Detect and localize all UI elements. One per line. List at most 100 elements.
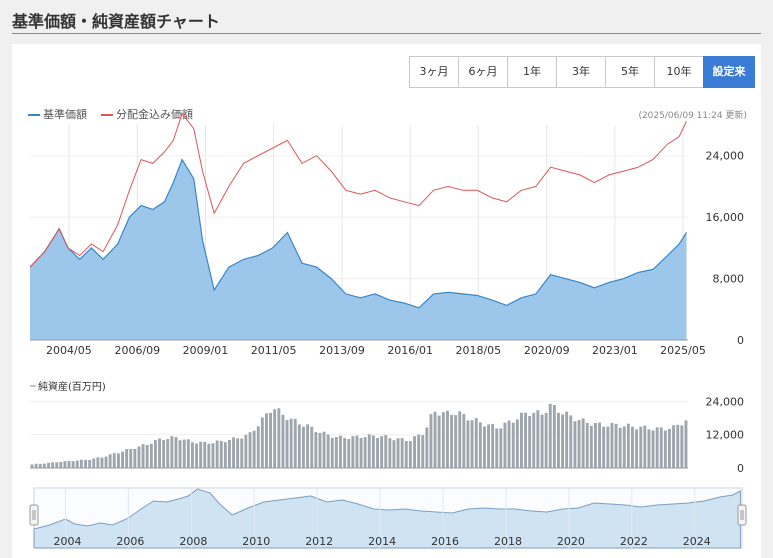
volume-bar <box>84 459 87 468</box>
volume-bar <box>606 426 610 468</box>
volume-bar <box>38 463 42 468</box>
volume-bar <box>121 451 124 468</box>
volume-bar <box>211 443 215 468</box>
volume-bar <box>34 463 38 468</box>
volume-bar <box>215 440 219 468</box>
volume-bar <box>643 425 647 468</box>
volume-bar <box>540 414 544 468</box>
volume-bar <box>63 461 67 468</box>
volume-bar <box>421 435 425 468</box>
volume-bar <box>178 440 182 468</box>
navigator-handle-right[interactable] <box>737 504 747 526</box>
volume-bar <box>503 422 507 468</box>
navigator-x-label: 2014 <box>368 535 396 548</box>
volume-bar <box>565 411 569 468</box>
x-tick-label: 2013/09 <box>319 344 365 357</box>
volume-bar <box>351 436 355 468</box>
navigator-x-label: 2006 <box>116 535 144 548</box>
volume-bar <box>289 418 293 468</box>
volume-bar <box>487 424 490 468</box>
volume-bar <box>162 440 166 468</box>
nav-area <box>30 159 687 340</box>
volume-bar <box>145 445 149 468</box>
volume-bar <box>466 420 470 468</box>
volume-bar <box>236 438 240 468</box>
volume-bar <box>112 453 116 468</box>
volume-bar <box>589 425 593 468</box>
volume-bar <box>392 440 396 468</box>
volume-bar <box>207 443 211 468</box>
volume-bar <box>92 458 96 468</box>
volume-bar <box>639 426 643 468</box>
volume-bar <box>569 415 573 468</box>
chart-svg: 2004/05 2006/09 2009/01 2011/05 2013/09 2016/… <box>29 112 747 549</box>
volume-bar <box>125 449 129 468</box>
volume-bar <box>536 410 540 468</box>
volume-bar <box>400 438 404 468</box>
navigator-x-label: 2018 <box>494 535 522 548</box>
volume-bar <box>532 412 536 468</box>
volume-bar <box>228 440 231 468</box>
volume-bar <box>203 441 207 468</box>
volume-title: 純資産(百万円) <box>38 380 106 393</box>
volume-bar <box>75 460 79 468</box>
x-tick-label: 2020/09 <box>524 344 570 357</box>
volume-bar <box>133 449 137 468</box>
volume-bar <box>676 424 680 468</box>
navigator-handle-left[interactable] <box>29 504 39 526</box>
volume-bar <box>433 411 437 468</box>
volume-bar <box>458 411 462 468</box>
volume-bar <box>388 438 392 468</box>
volume-bar <box>42 463 46 468</box>
volume-bar <box>306 424 309 468</box>
volume-bar <box>154 440 157 468</box>
volume-bar <box>462 414 466 468</box>
volume-bar <box>684 420 688 468</box>
volume-bar <box>631 426 634 468</box>
y-tick-label: 16,000 <box>706 211 745 224</box>
volume-bar <box>528 416 532 468</box>
volume-bar <box>141 444 145 468</box>
volume-bar <box>598 422 601 468</box>
volume-bar <box>195 443 198 468</box>
volume-bar <box>47 462 50 468</box>
volume-bar <box>199 441 203 468</box>
volume-bar <box>585 422 589 468</box>
navigator-x-label: 2022 <box>620 535 648 548</box>
volume-bar <box>104 456 108 468</box>
volume-bar <box>256 426 260 468</box>
x-tick-label: 2006/09 <box>114 344 160 357</box>
volume-y-tick-label: 24,000 <box>706 395 745 408</box>
volume-bar <box>219 440 223 468</box>
volume-bar <box>663 430 667 468</box>
navigator-x-label: 2010 <box>242 535 270 548</box>
volume-bar <box>248 432 252 468</box>
x-tick-label: 2025/05 <box>660 344 706 357</box>
volume-bar <box>483 426 486 468</box>
volume-bar <box>285 420 289 468</box>
volume-bar <box>347 439 351 468</box>
volume-bar <box>67 461 71 468</box>
volume-bar <box>417 434 421 468</box>
volume-bar <box>355 435 359 468</box>
volume-bar <box>30 464 34 468</box>
x-tick-label: 2011/05 <box>251 344 297 357</box>
volume-y-tick-label: 12,000 <box>706 429 745 442</box>
x-tick-label: 2023/01 <box>592 344 638 357</box>
volume-bar <box>232 437 235 468</box>
volume-bar <box>273 409 277 468</box>
volume-bar <box>470 420 474 468</box>
volume-bar <box>520 412 523 468</box>
volume-bar <box>367 434 371 468</box>
volume-bar <box>581 418 585 468</box>
volume-bar <box>281 414 285 468</box>
x-tick-label: 2009/01 <box>183 344 229 357</box>
volume-bar <box>129 449 133 468</box>
volume-bar <box>302 426 305 468</box>
volume-bar <box>450 415 453 468</box>
volume-bar <box>191 442 194 468</box>
volume-bar <box>446 410 449 468</box>
volume-bar <box>71 461 75 468</box>
volume-bar <box>668 429 671 468</box>
navigator-x-label: 2012 <box>305 535 333 548</box>
